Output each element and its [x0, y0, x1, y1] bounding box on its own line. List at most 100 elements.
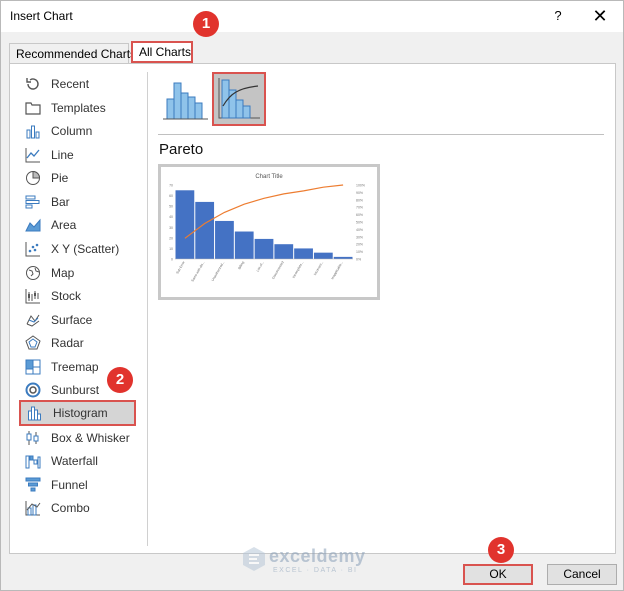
- title-bar: Insert Chart ? ✕: [1, 1, 623, 32]
- treemap-chart-icon: [24, 358, 42, 376]
- sidebar-item-label: Surface: [51, 312, 93, 327]
- sidebar-item-label: Histogram: [53, 406, 108, 420]
- sidebar-item-column[interactable]: Column: [19, 119, 137, 142]
- pareto-preview-chart: Chart Title 70 60 50 40 30 20 10 0 100% 90% 80% 70…: [169, 174, 365, 283]
- preview-chart-title: Chart Title: [255, 174, 283, 180]
- y2-tick-label: 60%: [356, 213, 363, 217]
- ok-button[interactable]: OK: [463, 564, 533, 585]
- y2-tick-label: 100%: [356, 184, 365, 188]
- sidebar-item-label: Line: [51, 147, 74, 162]
- subtype-separator: [158, 134, 604, 135]
- y2-tick-label: 30%: [356, 235, 363, 239]
- chart-subtype-name: Pareto: [159, 141, 204, 158]
- sidebar-item-label: Combo: [51, 500, 90, 515]
- sidebar-item-surface[interactable]: Surface: [19, 308, 137, 331]
- bar-chart-icon: [24, 193, 42, 211]
- subtype-pareto[interactable]: [212, 72, 266, 126]
- tab-all-charts[interactable]: All Charts: [131, 41, 193, 63]
- sidebar-item-recent[interactable]: Recent: [19, 72, 137, 95]
- y-tick-label: 40: [169, 215, 173, 219]
- y2-tick-label: 0%: [356, 258, 361, 262]
- sidebar-item-label: Waterfall: [51, 453, 98, 468]
- radar-chart-icon: [24, 334, 42, 352]
- sidebar-item-box-whisker[interactable]: Box & Whisker: [19, 426, 137, 449]
- exceldemy-watermark: exceldemy EXCEL · DATA · BI: [241, 544, 391, 580]
- recent-icon: [24, 75, 42, 93]
- pareto-subtype-icon: [218, 78, 260, 119]
- x-tick-label: Inapplicable...: [330, 260, 344, 280]
- sidebar-item-pie[interactable]: Pie: [19, 166, 137, 189]
- sidebar-item-stock[interactable]: Stock: [19, 284, 137, 307]
- y2-tick-label: 20%: [356, 243, 363, 247]
- box-whisker-chart-icon: [24, 429, 42, 447]
- pareto-bar: [215, 220, 234, 259]
- sidebar-item-map[interactable]: Map: [19, 261, 137, 284]
- pareto-bar: [175, 190, 195, 259]
- cancel-button[interactable]: Cancel: [547, 564, 617, 585]
- sidebar-item-waterfall[interactable]: Waterfall: [19, 449, 137, 472]
- y-tick-label: 50: [169, 205, 173, 209]
- sidebar-item-templates[interactable]: Templates: [19, 96, 137, 119]
- subtype-histogram[interactable]: [158, 72, 212, 126]
- step-badge-3: 3: [488, 537, 514, 563]
- chart-panel: Recent Templates Column Line Pie Bar Are…: [9, 63, 616, 554]
- sidebar-item-area[interactable]: Area: [19, 213, 137, 236]
- sidebar-item-label: Box & Whisker: [51, 430, 130, 445]
- tab-recommended-charts[interactable]: Recommended Charts: [9, 43, 136, 63]
- area-chart-icon: [24, 216, 42, 234]
- help-button[interactable]: ?: [546, 5, 570, 27]
- x-tick-label: Unauthorized...: [211, 260, 226, 281]
- sidebar-item-label: Stock: [51, 288, 82, 303]
- y2-tick-label: 80%: [356, 198, 363, 202]
- x-tick-label: Billing: [237, 260, 245, 270]
- x-tick-label: Same with dis...: [190, 260, 205, 282]
- x-tick-label: Sub Error: [175, 260, 186, 275]
- y-tick-label: 70: [169, 184, 173, 188]
- pareto-bar: [195, 201, 215, 259]
- sidebar-item-label: Pie: [51, 170, 69, 185]
- sidebar-item-label: Bar: [51, 194, 70, 209]
- map-chart-icon: [24, 264, 42, 282]
- sidebar-divider: [147, 72, 148, 546]
- pareto-bar: [294, 248, 313, 259]
- y2-tick-label: 50%: [356, 221, 363, 225]
- sidebar-item-histogram[interactable]: Histogram: [19, 400, 136, 426]
- y-tick-label: 10: [169, 247, 173, 251]
- y2-tick-label: 90%: [356, 191, 363, 195]
- sidebar-item-bar[interactable]: Bar: [19, 190, 137, 213]
- chart-preview[interactable]: Chart Title 70 60 50 40 30 20 10 0 100% 90% 80% 70…: [158, 164, 380, 300]
- pareto-bar: [234, 231, 254, 259]
- sunburst-chart-icon: [24, 381, 42, 399]
- sidebar-item-label: Templates: [51, 100, 106, 115]
- sidebar-item-xy-scatter[interactable]: X Y (Scatter): [19, 237, 137, 260]
- templates-icon: [24, 99, 42, 117]
- y-tick-label: 30: [169, 226, 173, 230]
- combo-chart-icon: [24, 499, 42, 517]
- pie-chart-icon: [24, 169, 42, 187]
- close-button[interactable]: ✕: [586, 4, 614, 28]
- sidebar-item-radar[interactable]: Radar: [19, 331, 137, 354]
- sidebar-item-line[interactable]: Line: [19, 143, 137, 166]
- pareto-bar: [254, 238, 274, 259]
- stock-chart-icon: [24, 287, 42, 305]
- pareto-bar: [313, 252, 333, 259]
- y2-tick-label: 10%: [356, 250, 363, 254]
- histogram-subtype-icon: [163, 82, 208, 120]
- pareto-bar: [333, 256, 353, 259]
- sidebar-item-label: Funnel: [51, 477, 88, 492]
- histogram-chart-icon: [26, 404, 44, 422]
- pareto-bar: [274, 244, 294, 259]
- sidebar-item-label: Map: [51, 265, 75, 280]
- sidebar-item-funnel[interactable]: Funnel: [19, 473, 137, 496]
- y-tick-label: 60: [169, 194, 173, 198]
- waterfall-chart-icon: [24, 452, 42, 470]
- step-badge-2: 2: [107, 367, 133, 393]
- line-chart-icon: [24, 146, 42, 164]
- x-tick-label: Disconnected: [271, 260, 285, 279]
- sidebar-item-label: Radar: [51, 335, 84, 350]
- y-tick-label: 0: [171, 258, 173, 262]
- sidebar-item-label: Column: [51, 123, 93, 138]
- sidebar-item-label: Treemap: [51, 359, 99, 374]
- sidebar-item-combo[interactable]: Combo: [19, 496, 137, 519]
- step-badge-1: 1: [193, 11, 219, 37]
